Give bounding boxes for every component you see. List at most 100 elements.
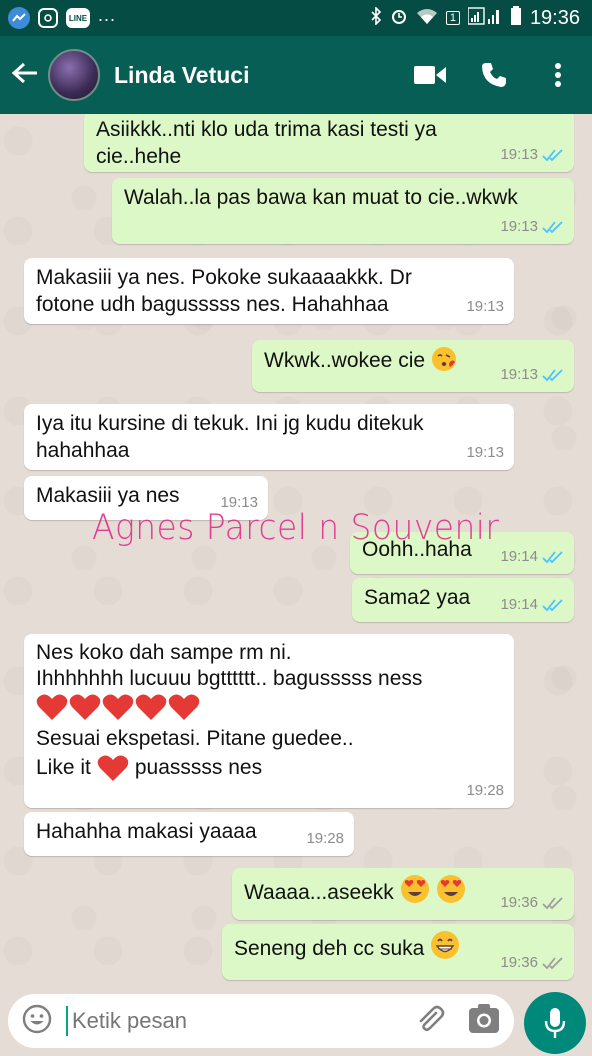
delivered-receipt-icon: [542, 956, 563, 969]
message-text: Hahahha makasi yaaaa: [36, 820, 257, 843]
message-text: Oohh..haha: [362, 538, 472, 561]
message-outgoing[interactable]: Asiikkk..nti klo uda trima kasi testi ya…: [84, 114, 574, 172]
message-time: 19:13: [466, 444, 504, 461]
message-text: Makasiii ya nes: [36, 484, 180, 507]
mic-button[interactable]: [524, 992, 586, 1054]
message-input[interactable]: [66, 1006, 414, 1036]
message-meta: 19:28: [306, 825, 344, 852]
clock: 19:36: [529, 6, 580, 29]
alarm-icon: [390, 7, 408, 30]
attachment-icon[interactable]: [414, 1003, 446, 1040]
system-status: 1 19:36: [370, 5, 580, 31]
grinning-face-emoji: [431, 931, 460, 959]
message-meta: 19:36: [500, 949, 564, 976]
hearts-emoji-row: [36, 692, 502, 722]
message-meta: 19:14: [500, 543, 564, 570]
message-incoming[interactable]: Makasiii ya nes 19:13: [24, 476, 268, 520]
video-call-icon[interactable]: [408, 53, 452, 97]
read-receipt-icon: [542, 220, 563, 233]
message-meta: 19:13: [500, 213, 564, 240]
signal-icon: [467, 6, 502, 30]
read-receipt-icon: [542, 368, 563, 381]
composer: [8, 994, 514, 1048]
message-text: puasssss nes: [134, 756, 263, 779]
message-time: 19:28: [306, 830, 344, 847]
emoji-icon[interactable]: [22, 1004, 52, 1039]
message-time: 19:13: [500, 146, 538, 163]
chat-area[interactable]: Asiikkk..nti klo uda trima kasi testi ya…: [0, 114, 592, 986]
message-meta: 19:36: [500, 889, 564, 916]
message-meta: 19:28: [466, 778, 504, 804]
message-incoming[interactable]: Nes koko dah sampe rm ni. Ihhhhhhh lucuu…: [24, 634, 514, 808]
message-meta: 19:13: [466, 439, 504, 466]
message-text: cie..hehe: [96, 145, 182, 168]
message-outgoing[interactable]: Walah..la pas bawa kan muat to cie..wkwk…: [112, 178, 574, 244]
message-text: Like it: [36, 756, 91, 779]
camera-icon[interactable]: [468, 1003, 500, 1039]
message-outgoing[interactable]: Sama2 yaa 19:14: [352, 578, 574, 622]
message-meta: 19:13: [500, 141, 564, 168]
notification-icons: LINE ...: [8, 4, 117, 29]
read-receipt-icon: [542, 148, 563, 161]
line-app-icon: LINE: [66, 8, 90, 28]
message-text: Seneng deh cc suka: [234, 937, 425, 960]
message-time: 19:13: [466, 298, 504, 315]
message-incoming[interactable]: Hahahha makasi yaaaa 19:28: [24, 812, 354, 856]
message-text: Wkwk..wokee cie: [264, 349, 426, 372]
more-options-icon[interactable]: [536, 53, 580, 97]
heart-emoji: [97, 755, 129, 781]
read-receipt-icon: [542, 550, 563, 563]
message-time: 19:13: [220, 494, 258, 511]
heart-eyes-emoji: [400, 875, 429, 903]
message-text: Sesuai ekspetasi. Pitane guedee..: [36, 727, 354, 750]
bluetooth-icon: [370, 6, 382, 29]
contact-name[interactable]: Linda Vetuci: [114, 62, 388, 89]
message-text: hahahhaa: [36, 439, 130, 462]
message-time: 19:14: [500, 596, 538, 613]
messenger-icon: [8, 7, 30, 29]
message-text: Nes koko dah sampe rm ni.: [36, 641, 292, 664]
message-text: Iya itu kursine di tekuk. Ini jg kudu di…: [36, 412, 424, 435]
message-incoming[interactable]: Iya itu kursine di tekuk. Ini jg kudu di…: [24, 404, 514, 470]
instagram-icon: [38, 8, 58, 28]
message-time: 19:13: [500, 218, 538, 235]
message-meta: 19:14: [500, 591, 564, 618]
message-meta: 19:13: [500, 361, 564, 388]
message-outgoing[interactable]: Seneng deh cc suka 19:36: [222, 924, 574, 980]
delivered-receipt-icon: [542, 896, 563, 909]
message-text: Ihhhhhhh lucuuu bgtttttt.. bagusssss nes…: [36, 667, 423, 690]
message-outgoing[interactable]: Oohh..haha 19:14: [350, 532, 574, 574]
sim-indicator: 1: [445, 11, 460, 25]
message-outgoing[interactable]: Waaaa...aseekk 19:36: [232, 868, 574, 920]
composer-bar: [0, 986, 592, 1056]
status-bar: LINE ... 1 19:36: [0, 0, 592, 36]
phone-call-icon[interactable]: [472, 53, 516, 97]
message-line: Like it puasssss nes: [36, 754, 502, 782]
message-text: Walah..la pas bawa kan muat to cie..wkwk: [124, 186, 518, 209]
message-time: 19:13: [500, 366, 538, 383]
read-receipt-icon: [542, 598, 563, 611]
battery-icon: [510, 5, 522, 31]
heart-eyes-emoji: [436, 875, 465, 903]
more-notifications: ...: [98, 4, 117, 25]
message-text: Makasiii ya nes. Pokoke sukaaaakkk. Dr: [36, 266, 412, 289]
microphone-icon: [544, 1008, 566, 1038]
kiss-face-emoji: [431, 347, 456, 371]
message-text: Asiikkk..nti klo uda trima kasi testi ya: [96, 118, 437, 141]
message-text: fotone udh bagusssss nes. Hahahhaa: [36, 293, 389, 316]
avatar[interactable]: [48, 49, 100, 101]
back-arrow-icon[interactable]: [11, 58, 44, 92]
message-time: 19:28: [466, 782, 504, 799]
heart-emoji: [168, 694, 200, 720]
message-meta: 19:13: [220, 489, 258, 516]
heart-emoji: [135, 694, 167, 720]
message-time: 19:14: [500, 548, 538, 565]
message-time: 19:36: [500, 894, 538, 911]
heart-emoji: [69, 694, 101, 720]
message-text: Waaaa...aseekk: [244, 881, 394, 904]
wifi-icon: [416, 8, 438, 29]
message-outgoing[interactable]: Wkwk..wokee cie 19:13: [252, 340, 574, 392]
message-time: 19:36: [500, 954, 538, 971]
message-incoming[interactable]: Makasiii ya nes. Pokoke sukaaaakkk. Dr f…: [24, 258, 514, 324]
heart-emoji: [36, 694, 68, 720]
